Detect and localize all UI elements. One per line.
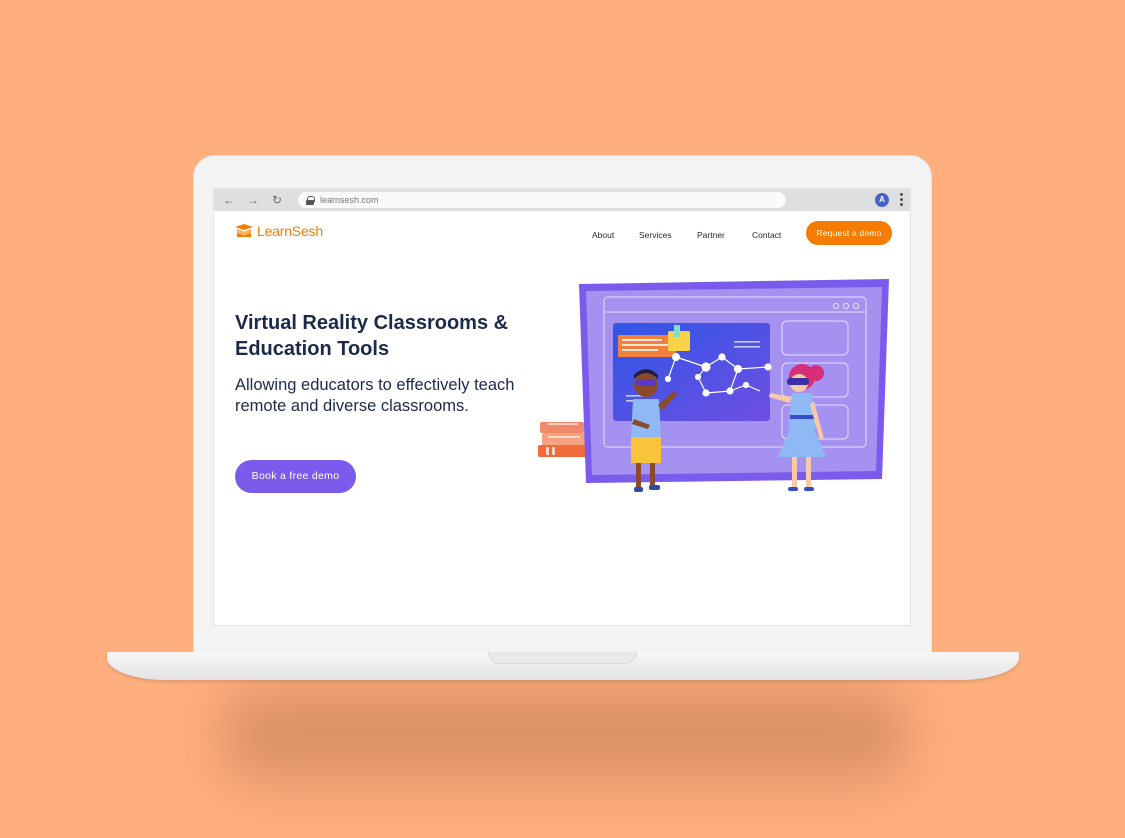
back-arrow-icon[interactable]: ← xyxy=(222,189,236,211)
laptop-notch xyxy=(488,652,637,664)
nav-partner[interactable]: Partner xyxy=(697,230,725,240)
lock-icon xyxy=(306,195,315,205)
vr-classroom-illustration xyxy=(538,279,889,492)
hero-title: Virtual Reality Classrooms & Education T… xyxy=(235,312,509,360)
forward-arrow-icon[interactable]: → xyxy=(246,189,260,211)
book-demo-button[interactable]: Book a free demo xyxy=(235,460,356,493)
brand-name: LearnSesh xyxy=(257,223,323,239)
virtual-board xyxy=(579,279,889,483)
kebab-menu-icon[interactable] xyxy=(898,192,904,208)
reload-icon[interactable]: ↻ xyxy=(270,189,284,211)
address-bar[interactable]: learnsesh.com xyxy=(298,192,786,208)
logo-icon xyxy=(235,224,253,237)
laptop-shadow xyxy=(220,690,910,780)
screen: ← → ↻ learnsesh.com A LearnSesh About Se… xyxy=(213,188,911,626)
nav-services[interactable]: Services xyxy=(639,230,672,240)
nav-about[interactable]: About xyxy=(592,230,614,240)
url-text: learnsesh.com xyxy=(320,195,379,205)
logo[interactable]: LearnSesh xyxy=(234,223,323,239)
nav-contact[interactable]: Contact xyxy=(752,230,781,240)
books-icon xyxy=(538,422,588,457)
browser-toolbar: ← → ↻ learnsesh.com A xyxy=(214,189,910,211)
site-header: LearnSesh About Services Partner Contact… xyxy=(214,211,910,251)
request-demo-button[interactable]: Request a demo xyxy=(806,221,892,245)
hero-subtitle: Allowing educators to effectively teach … xyxy=(235,376,515,415)
profile-avatar[interactable]: A xyxy=(875,193,889,207)
